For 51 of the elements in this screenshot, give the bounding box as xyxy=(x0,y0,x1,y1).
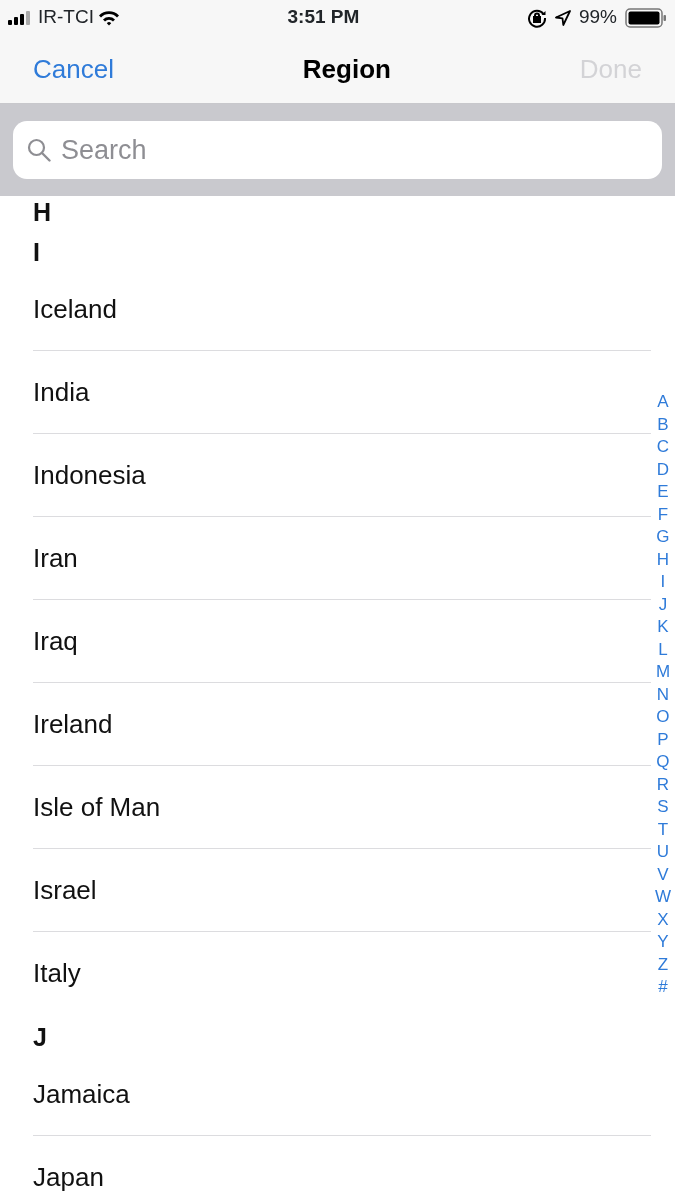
region-item[interactable]: Ireland xyxy=(33,683,651,766)
index-letter[interactable]: # xyxy=(658,976,668,999)
section-header: H xyxy=(32,197,53,228)
index-letter[interactable]: B xyxy=(657,413,669,436)
wifi-icon xyxy=(97,9,120,26)
index-letter[interactable]: T xyxy=(657,818,669,841)
index-letter[interactable]: M xyxy=(655,661,671,684)
index-letter[interactable]: O xyxy=(656,706,670,729)
battery-percent: 99% xyxy=(578,5,617,30)
region-item[interactable]: Isle of Man xyxy=(33,766,651,849)
index-letter[interactable]: G xyxy=(656,526,670,549)
region-item[interactable]: India xyxy=(33,351,651,434)
section-header: J xyxy=(32,1021,48,1053)
index-letter[interactable]: E xyxy=(657,481,669,504)
index-letter[interactable]: V xyxy=(657,863,669,886)
index-letter[interactable]: K xyxy=(657,616,669,639)
cancel-button[interactable]: Cancel xyxy=(33,49,114,89)
screen-title: Region xyxy=(302,52,391,86)
index-letter[interactable]: U xyxy=(656,841,670,864)
index-letter[interactable]: R xyxy=(656,773,670,796)
index-letter[interactable]: I xyxy=(660,571,666,594)
section-header: I xyxy=(32,236,41,268)
index-letter[interactable]: A xyxy=(657,391,669,414)
index-letter[interactable]: P xyxy=(657,728,669,751)
carrier-name: IR-TCI xyxy=(38,5,94,30)
index-letter[interactable]: C xyxy=(656,436,670,459)
location-arrow-icon xyxy=(554,9,571,26)
index-letter[interactable]: L xyxy=(658,638,668,661)
region-item[interactable]: Israel xyxy=(33,849,651,932)
index-letter[interactable]: Q xyxy=(656,751,670,774)
index-letter[interactable]: Y xyxy=(657,931,669,954)
region-item[interactable]: Jamaica xyxy=(33,1053,651,1136)
index-letter[interactable]: S xyxy=(657,796,669,819)
region-item[interactable]: Italy xyxy=(33,932,651,1015)
index-letter[interactable]: F xyxy=(657,503,669,526)
index-letter[interactable]: J xyxy=(658,593,668,616)
region-item[interactable]: Iran xyxy=(33,517,651,600)
index-letter[interactable]: Z xyxy=(657,953,669,976)
rotation-lock-icon xyxy=(526,7,547,28)
region-item[interactable]: Japan xyxy=(33,1136,651,1200)
region-item[interactable]: Indonesia xyxy=(33,434,651,517)
status-time: 3:51 PM xyxy=(287,5,360,30)
index-letter[interactable]: X xyxy=(657,908,669,931)
region-item[interactable]: Iceland xyxy=(33,268,651,351)
search-field[interactable]: Search xyxy=(13,121,662,179)
index-letter[interactable]: H xyxy=(656,548,670,571)
index-letter[interactable]: D xyxy=(656,458,670,481)
region-item[interactable]: Iraq xyxy=(33,600,651,683)
index-letter[interactable]: W xyxy=(654,886,671,909)
battery-icon xyxy=(625,7,667,28)
index-letter[interactable]: N xyxy=(656,683,670,706)
